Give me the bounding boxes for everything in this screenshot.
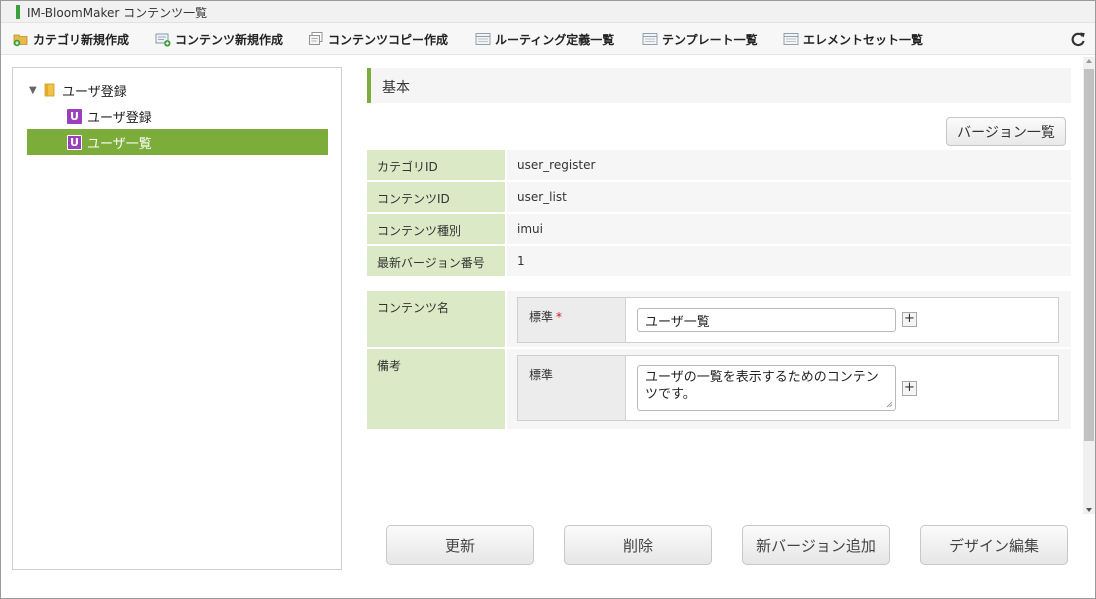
content-id-value: user_list (507, 182, 1071, 212)
element-set-list-label: エレメントセット一覧 (803, 32, 924, 47)
content-type-u-icon: U (67, 108, 82, 124)
list-icon (642, 31, 658, 47)
content-id-label: コンテンツID (367, 182, 505, 212)
content-name-field-group: 標準* + (507, 291, 1071, 347)
folder-plus-icon (13, 31, 29, 47)
tree-category-user-register[interactable]: ▼ ユーザ登録 (29, 80, 127, 100)
version-list-button[interactable]: バージョン一覧 (946, 117, 1066, 146)
scroll-down-icon[interactable] (1086, 508, 1092, 512)
latest-version-label: 最新バージョン番号 (367, 246, 505, 276)
toolbar: カテゴリ新規作成 コンテンツ新規作成 コンテンツコピー作成 ルーティング定義一覧… (1, 23, 1095, 55)
design-edit-button[interactable]: デザイン編集 (920, 525, 1068, 565)
routing-list-button[interactable]: ルーティング定義一覧 (475, 29, 614, 49)
vertical-scrollbar[interactable] (1083, 57, 1095, 514)
content-detail-panel: 基本 バージョン一覧 カテゴリID user_register コンテンツID … (357, 57, 1081, 597)
section-title: 基本 (382, 80, 410, 96)
remarks-locale-box: 標準 ユーザの一覧を表示するためのコンテンツです。 + (517, 355, 1059, 421)
content-type-u-icon: U (67, 134, 82, 150)
create-category-button[interactable]: カテゴリ新規作成 (13, 29, 129, 49)
content-name-input[interactable] (637, 308, 896, 332)
list-icon (475, 31, 491, 47)
remarks-text: ユーザの一覧を表示するためのコンテンツです。 (645, 370, 879, 402)
tree-item-user-register[interactable]: U ユーザ登録 (67, 106, 152, 126)
tree-category-label: ユーザ登録 (62, 84, 127, 100)
content-name-locale-box: 標準* + (517, 297, 1059, 343)
remarks-field-group: 標準 ユーザの一覧を表示するためのコンテンツです。 + (507, 349, 1071, 429)
scroll-thumb[interactable] (1084, 69, 1094, 441)
category-id-label: カテゴリID (367, 150, 505, 180)
content-type-value: imui (507, 214, 1071, 244)
content-name-label: コンテンツ名 (367, 291, 505, 347)
content-name-locale-label: 標準 * (518, 298, 626, 342)
window-title: IM-BloomMaker コンテンツ一覧 (27, 6, 208, 20)
copy-content-button[interactable]: コンテンツコピー作成 (308, 29, 448, 49)
category-id-value: user_register (507, 150, 1071, 180)
list-icon (783, 31, 799, 47)
routing-list-label: ルーティング定義一覧 (495, 32, 615, 47)
title-bar: IM-BloomMaker コンテンツ一覧 (1, 1, 1095, 23)
locale-label-text: 標準 (529, 310, 554, 324)
required-mark: * (556, 310, 563, 324)
info-row-content-type: コンテンツ種別 imui (367, 214, 1071, 244)
folder-icon (43, 83, 57, 97)
expand-arrow-icon[interactable]: ▼ (29, 85, 43, 96)
add-locale-button[interactable]: + (902, 312, 917, 327)
document-plus-icon (155, 31, 171, 47)
content-tree-panel: ▼ ユーザ登録 U ユーザ登録 U ユーザ一覧 (12, 67, 342, 570)
refresh-icon[interactable] (1070, 31, 1086, 47)
tree-item-label: ユーザ登録 (87, 110, 152, 126)
add-version-button[interactable]: 新バージョン追加 (742, 525, 890, 565)
remarks-textarea[interactable]: ユーザの一覧を表示するためのコンテンツです。 (637, 365, 896, 411)
remarks-locale-label: 標準 (518, 356, 626, 420)
create-category-label: カテゴリ新規作成 (33, 32, 130, 47)
template-list-button[interactable]: テンプレート一覧 (642, 29, 758, 49)
remarks-label: 備考 (367, 349, 505, 429)
scroll-up-icon[interactable] (1086, 59, 1092, 63)
copy-icon (308, 31, 324, 47)
resize-grip-icon[interactable] (886, 401, 893, 408)
section-header: 基本 (367, 68, 1071, 103)
create-content-label: コンテンツ新規作成 (175, 32, 284, 47)
create-content-button[interactable]: コンテンツ新規作成 (155, 29, 283, 49)
content-type-label: コンテンツ種別 (367, 214, 505, 244)
template-list-label: テンプレート一覧 (662, 32, 758, 47)
tree-item-label: ユーザ一覧 (87, 136, 152, 152)
latest-version-value: 1 (507, 246, 1071, 276)
delete-button[interactable]: 削除 (564, 525, 712, 565)
add-locale-button[interactable]: + (902, 381, 917, 396)
info-row-latest-version: 最新バージョン番号 1 (367, 246, 1071, 276)
update-button[interactable]: 更新 (386, 525, 534, 565)
info-row-category-id: カテゴリID user_register (367, 150, 1071, 180)
app-logo-icon (16, 5, 20, 19)
tree-item-user-list[interactable]: U ユーザ一覧 (27, 129, 328, 155)
copy-content-label: コンテンツコピー作成 (328, 32, 449, 47)
app-window: IM-BloomMaker コンテンツ一覧 カテゴリ新規作成 コンテンツ新規作成… (0, 0, 1096, 599)
info-row-content-id: コンテンツID user_list (367, 182, 1071, 212)
element-set-list-button[interactable]: エレメントセット一覧 (783, 29, 923, 49)
